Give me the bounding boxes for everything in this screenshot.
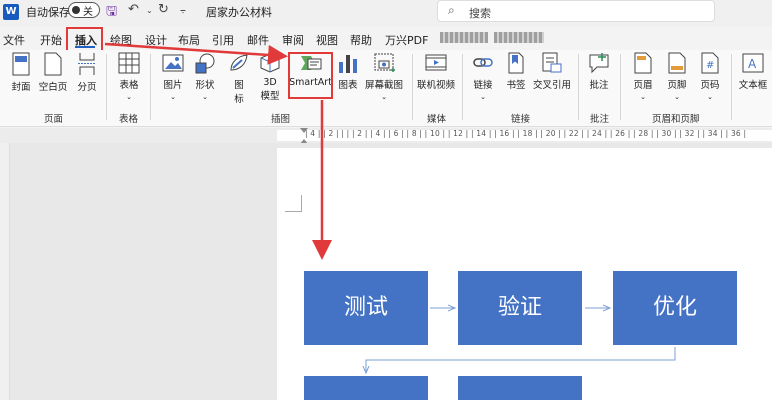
flow-connector bbox=[366, 347, 676, 372]
red-arrow-to-smartart bbox=[104, 42, 288, 65]
annotation-overlay bbox=[104, 42, 676, 400]
